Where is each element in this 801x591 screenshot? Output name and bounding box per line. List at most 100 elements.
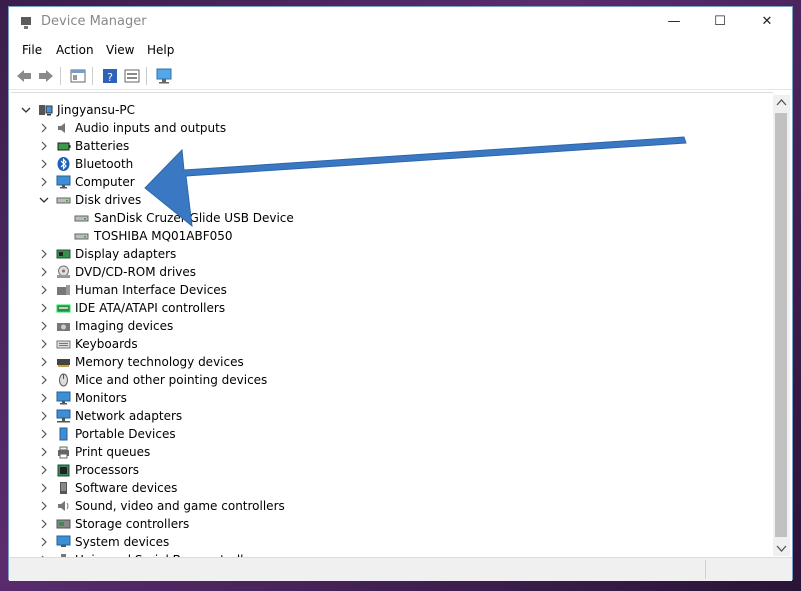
minimize-button[interactable]: — xyxy=(651,7,697,37)
chevron-right-icon[interactable] xyxy=(39,497,49,515)
title-bar[interactable]: Device Manager — ☐ ✕ xyxy=(9,7,792,37)
tree-category[interactable]: Software devices xyxy=(11,479,771,497)
chevron-right-icon[interactable] xyxy=(39,479,49,497)
chevron-right-icon[interactable] xyxy=(39,281,49,299)
keyboard-icon xyxy=(56,337,71,351)
tree-item-label: System devices xyxy=(75,535,170,549)
tree-category[interactable]: Sound, video and game controllers xyxy=(11,497,771,515)
properties-icon[interactable] xyxy=(69,67,87,85)
chevron-right-icon[interactable] xyxy=(39,533,49,551)
menu-help[interactable]: Help xyxy=(147,43,174,57)
status-bar xyxy=(9,557,792,581)
tree-category[interactable]: Display adapters xyxy=(11,245,771,263)
menu-bar: File Action View Help xyxy=(9,40,792,60)
tree-category[interactable]: Memory technology devices xyxy=(11,353,771,371)
menu-action[interactable]: Action xyxy=(56,43,94,57)
chevron-down-icon[interactable] xyxy=(39,191,49,209)
chevron-down-icon[interactable] xyxy=(21,101,31,119)
chevron-right-icon[interactable] xyxy=(39,443,49,461)
tree-category[interactable]: Bluetooth xyxy=(11,155,771,173)
disk-drive-icon xyxy=(74,211,89,225)
chevron-right-icon[interactable] xyxy=(39,263,49,281)
tree-category[interactable]: Network adapters xyxy=(11,407,771,425)
scroll-down-icon[interactable] xyxy=(776,543,787,553)
device-tree[interactable]: Jingyansu-PC Audio inputs and outputs Batt… xyxy=(11,92,773,557)
toolbar-separator xyxy=(146,67,147,85)
dvd-icon xyxy=(56,265,71,279)
tree-category[interactable]: IDE ATA/ATAPI controllers xyxy=(11,299,771,317)
chevron-right-icon[interactable] xyxy=(39,335,49,353)
software-device-icon xyxy=(56,481,71,495)
tree-category[interactable]: Print queues xyxy=(11,443,771,461)
chevron-right-icon[interactable] xyxy=(39,119,49,137)
chevron-right-icon[interactable] xyxy=(39,461,49,479)
tree-item-label: Mice and other pointing devices xyxy=(75,373,268,387)
chevron-right-icon[interactable] xyxy=(39,515,49,533)
window-title: Device Manager xyxy=(41,14,147,29)
tree-category[interactable]: System devices xyxy=(11,533,771,551)
speaker-icon xyxy=(56,121,71,135)
tree-item-label: TOSHIBA MQ01ABF050 xyxy=(94,229,233,243)
tree-item-label: Sound, video and game controllers xyxy=(75,499,285,513)
scrollbar-thumb[interactable] xyxy=(775,113,787,537)
device-manager-app-icon xyxy=(21,17,31,29)
tree-item-label: Jingyansu-PC xyxy=(57,103,135,117)
tree-category[interactable]: Keyboards xyxy=(11,335,771,353)
tree-category[interactable]: Imaging devices xyxy=(11,317,771,335)
help-icon[interactable]: ? xyxy=(101,67,119,85)
close-button[interactable]: ✕ xyxy=(744,7,790,37)
scan-hardware-icon[interactable] xyxy=(155,67,173,85)
menu-view[interactable]: View xyxy=(106,43,134,57)
tree-device[interactable]: SanDisk Cruzer Glide USB Device xyxy=(11,209,771,227)
chevron-right-icon[interactable] xyxy=(39,425,49,443)
chevron-right-icon[interactable] xyxy=(39,137,49,155)
tree-category[interactable]: Batteries xyxy=(11,137,771,155)
tree-item-label: Disk drives xyxy=(75,193,142,207)
tree-category[interactable]: Computer xyxy=(11,173,771,191)
tree-root-computer[interactable]: Jingyansu-PC xyxy=(11,101,771,119)
chevron-right-icon[interactable] xyxy=(39,245,49,263)
chevron-right-icon[interactable] xyxy=(39,173,49,191)
tree-item-label: Audio inputs and outputs xyxy=(75,121,227,135)
forward-arrow-icon[interactable] xyxy=(37,67,55,85)
tree-device[interactable]: TOSHIBA MQ01ABF050 xyxy=(11,227,771,245)
tree-item-label: Human Interface Devices xyxy=(75,283,227,297)
vertical-scrollbar[interactable] xyxy=(773,95,790,556)
scroll-up-icon[interactable] xyxy=(776,98,787,108)
tree-item-label: Bluetooth xyxy=(75,157,134,171)
camera-icon xyxy=(56,319,71,333)
tree-item-label: Processors xyxy=(75,463,140,477)
tree-category[interactable]: Storage controllers xyxy=(11,515,771,533)
tree-category[interactable]: Disk drives xyxy=(11,191,771,209)
tree-item-label: Memory technology devices xyxy=(75,355,244,369)
tree-item-label: Portable Devices xyxy=(75,427,176,441)
disk-drive-icon xyxy=(74,229,89,243)
bluetooth-icon xyxy=(56,157,71,171)
monitor-icon xyxy=(56,391,71,405)
chevron-right-icon[interactable] xyxy=(39,317,49,335)
tree-category[interactable]: Mice and other pointing devices xyxy=(11,371,771,389)
display-adapter-icon xyxy=(56,247,71,261)
tree-category[interactable]: Human Interface Devices xyxy=(11,281,771,299)
back-arrow-icon[interactable] xyxy=(15,67,33,85)
tree-category[interactable]: Portable Devices xyxy=(11,425,771,443)
tree-category[interactable]: Audio inputs and outputs xyxy=(11,119,771,137)
chevron-right-icon[interactable] xyxy=(39,371,49,389)
tree-item-label: Software devices xyxy=(75,481,178,495)
maximize-button[interactable]: ☐ xyxy=(697,7,743,37)
tree-category[interactable]: Monitors xyxy=(11,389,771,407)
tree-category[interactable]: DVD/CD-ROM drives xyxy=(11,263,771,281)
system-icon xyxy=(56,535,71,549)
computer-root xyxy=(38,103,53,117)
toolbar-separator xyxy=(60,67,61,85)
tree-category[interactable]: Processors xyxy=(11,461,771,479)
chevron-right-icon[interactable] xyxy=(39,389,49,407)
menu-file[interactable]: File xyxy=(22,43,42,57)
view-resources-icon[interactable] xyxy=(123,67,141,85)
tree-item-label: IDE ATA/ATAPI controllers xyxy=(75,301,226,315)
tree-item-label: Network adapters xyxy=(75,409,183,423)
chevron-right-icon[interactable] xyxy=(39,299,49,317)
chevron-right-icon[interactable] xyxy=(39,353,49,371)
chevron-right-icon[interactable] xyxy=(39,407,49,425)
chevron-right-icon[interactable] xyxy=(39,155,49,173)
